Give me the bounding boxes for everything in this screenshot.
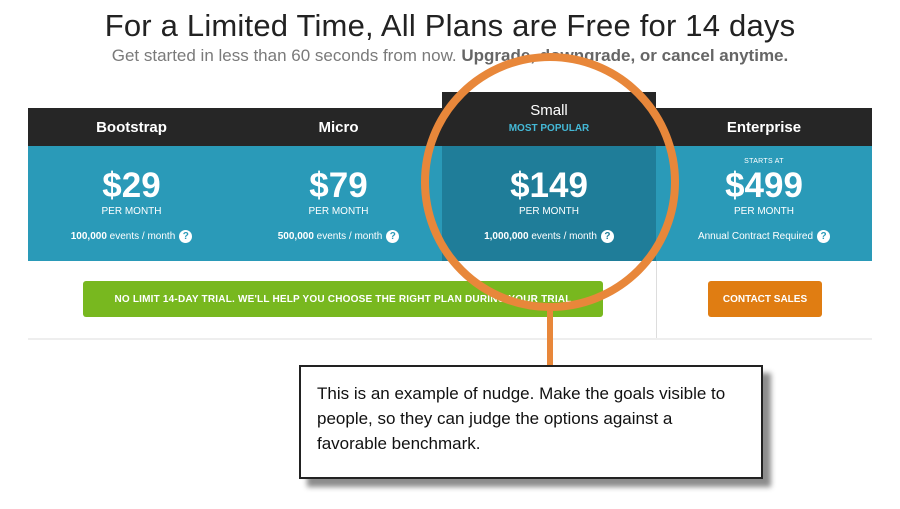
plan-name: Small [530, 102, 568, 119]
subtitle-bold: Upgrade, downgrade, or cancel anytime. [461, 46, 789, 65]
plan-price: $79 [309, 166, 368, 205]
plan-card-enterprise[interactable]: STARTS AT $499 PER MONTH Annual Contract… [656, 146, 872, 261]
trial-button[interactable]: NO LIMIT 14-DAY TRIAL. WE'LL HELP YOU CH… [83, 281, 603, 317]
contract-note: Annual Contract Required [697, 231, 814, 243]
most-popular-badge: MOST POPULAR [508, 123, 590, 134]
events-unit: events / month [528, 231, 597, 243]
plan-header-micro: Micro [235, 108, 442, 146]
plan-price: $499 [725, 166, 803, 205]
plan-period: PER MONTH [101, 206, 162, 217]
plan-events: 100,000 events / month? [28, 230, 235, 243]
events-unit: events / month [106, 231, 176, 243]
callout-text: This is an example of nudge. Make the go… [317, 384, 726, 453]
starts-at-label: STARTS AT [744, 158, 784, 165]
plan-events: 500,000 events / month? [235, 230, 442, 243]
events-count: 1,000,000 [484, 231, 529, 243]
plan-header-small: Small MOST POPULAR [442, 92, 656, 146]
plan-price: $149 [510, 166, 588, 205]
help-icon[interactable]: ? [600, 230, 614, 243]
plan-card-small[interactable]: $149 PER MONTH 1,000,000 events / month? [442, 146, 656, 261]
plan-header-bootstrap: Bootstrap [28, 108, 235, 146]
plan-period: PER MONTH [734, 206, 794, 217]
plan-period: PER MONTH [308, 206, 369, 217]
pricing-table: Bootstrap Micro Small MOST POPULAR Enter… [28, 92, 872, 340]
callout-note: This is an example of nudge. Make the go… [299, 365, 763, 479]
plan-name: Bootstrap [96, 118, 167, 136]
page-subtitle: Get started in less than 60 seconds from… [0, 46, 900, 66]
plan-header-enterprise: Enterprise [656, 108, 872, 146]
events-count: 500,000 [277, 231, 314, 243]
plan-name: Enterprise [726, 118, 802, 136]
page-title: For a Limited Time, All Plans are Free f… [104, 8, 796, 43]
help-icon[interactable]: ? [817, 230, 831, 243]
events-unit: events / month [313, 231, 383, 243]
plan-actions: NO LIMIT 14-DAY TRIAL. WE'LL HELP YOU CH… [28, 261, 872, 340]
help-icon[interactable]: ? [179, 230, 193, 243]
column-divider [656, 261, 657, 338]
plan-events: 1,000,000 events / month? [442, 230, 656, 243]
plan-card-micro[interactable]: $79 PER MONTH 500,000 events / month? [235, 146, 442, 261]
plan-events: Annual Contract Required? [656, 230, 872, 243]
subtitle-plain: Get started in less than 60 seconds from… [111, 46, 457, 65]
help-icon[interactable]: ? [386, 230, 400, 243]
plan-period: PER MONTH [519, 206, 579, 217]
plan-price: $29 [102, 166, 161, 205]
plan-card-bootstrap[interactable]: $29 PER MONTH 100,000 events / month? [28, 146, 235, 261]
contact-sales-button[interactable]: CONTACT SALES [708, 281, 822, 317]
plan-name: Micro [318, 118, 359, 136]
events-count: 100,000 [70, 231, 107, 243]
